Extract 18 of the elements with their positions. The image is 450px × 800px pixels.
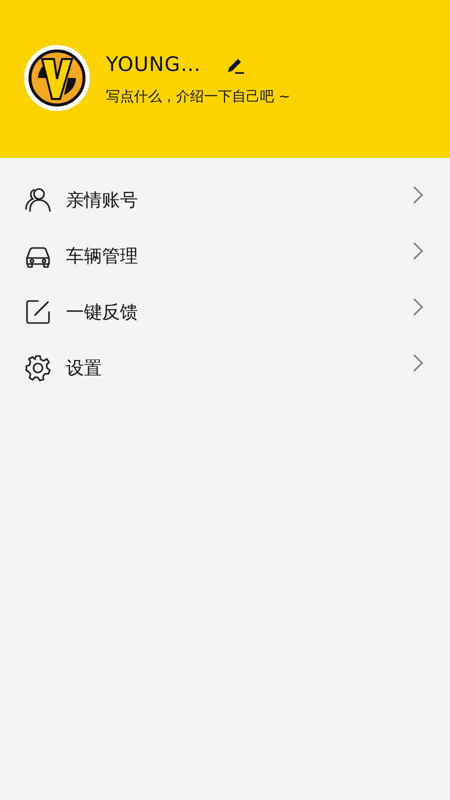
chevron-icon — [412, 241, 424, 261]
menu-item[interactable]: 车辆管理 — [0, 228, 450, 284]
user-name: YOUNG… — [106, 51, 201, 78]
menu-item[interactable]: 亲情账号 — [0, 172, 450, 228]
menu-label: 车辆管理 — [66, 244, 139, 268]
chevron-icon — [412, 353, 424, 373]
chevron-icon — [412, 297, 424, 317]
logo-icon — [28, 49, 86, 107]
menu-label: 亲情账号 — [66, 188, 139, 212]
menu-item[interactable]: 设置 — [0, 340, 450, 396]
menu-label: 一键反馈 — [66, 300, 139, 324]
chevron-icon — [412, 185, 424, 205]
edit-box-icon — [24, 298, 52, 326]
settings-icon — [24, 354, 52, 382]
people-icon — [24, 186, 52, 214]
user-bio: 写点什么，介绍一下自己吧 ~ — [106, 88, 290, 107]
menu-label: 设置 — [66, 356, 103, 380]
menu-item[interactable]: 一键反馈 — [0, 284, 450, 340]
